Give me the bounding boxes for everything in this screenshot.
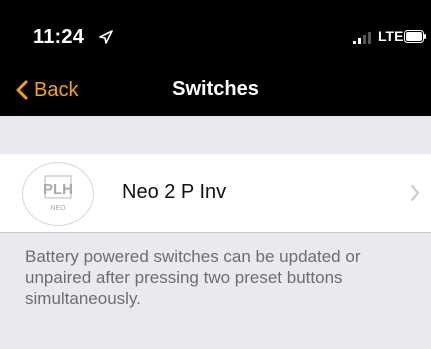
row-separator (0, 232, 431, 233)
battery-icon (404, 30, 426, 43)
device-row[interactable]: PLH NEO Neo 2 P Inv (0, 154, 431, 232)
footer-note: Battery powered switches can be updated … (25, 247, 361, 308)
logo-subtext: NEO (50, 205, 66, 212)
chevron-right-icon (411, 185, 419, 201)
cellular-signal-icon (353, 32, 371, 44)
carrier-label: LTE (378, 28, 404, 44)
status-time: 11:24 (33, 26, 85, 48)
page-title: Switches (172, 78, 259, 100)
section-spacer (0, 116, 431, 154)
status-bar: 11:24 LTE (0, 0, 431, 64)
logo-text: PLH (43, 181, 73, 198)
location-arrow-icon (99, 30, 113, 44)
device-name: Neo 2 P Inv (122, 181, 227, 203)
device-logo: PLH NEO (22, 162, 94, 226)
plh-logo-icon: PLH NEO (43, 175, 73, 212)
